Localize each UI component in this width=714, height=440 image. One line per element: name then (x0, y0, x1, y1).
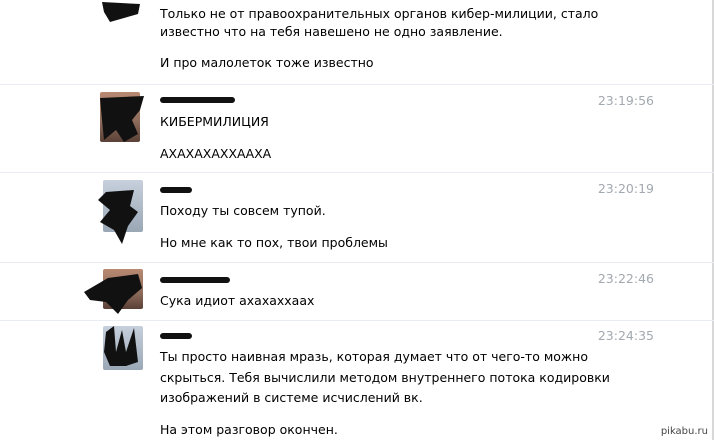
message-text: изображений в системе исчислений вк. (160, 390, 423, 405)
sender-name-redacted[interactable] (160, 277, 230, 283)
sender-name-redacted[interactable] (160, 333, 192, 339)
message-text: АХАХАХАХХААХА (160, 146, 272, 161)
avatar-scribble (84, 274, 142, 314)
avatar-scribble (100, 96, 144, 142)
message-text: На этом разговор окончен. (160, 422, 338, 437)
message-text: Ты просто наивная мразь, которая думает … (160, 349, 588, 364)
message-text: Только не от правоохранительных органов … (160, 6, 599, 21)
message-timestamp: 23:22:46 (597, 271, 654, 286)
message-divider (0, 262, 714, 263)
message-text: скрыться. Тебя вычислили методом внутрен… (160, 370, 610, 385)
message-divider (0, 320, 714, 321)
message-timestamp: 23:20:19 (597, 181, 654, 196)
watermark: pikabu.ru (660, 426, 708, 437)
message-timestamp: 23:19:56 (597, 93, 654, 108)
message-divider (0, 172, 714, 173)
message-timestamp: 23:24:35 (597, 328, 654, 343)
avatar-scribble (98, 190, 138, 244)
avatar-scribble (102, 2, 140, 22)
message-text: Но мне как то пох, твои проблемы (160, 235, 388, 250)
message-text: И про малолеток тоже известно (160, 55, 374, 70)
message-text: известно что на тебя навешено не одно за… (160, 24, 503, 39)
message-text: Сука идиот ахахаххаах (160, 293, 315, 308)
message-divider (0, 84, 714, 85)
message-text: Походу ты совсем тупой. (160, 203, 326, 218)
avatar-scribble (104, 326, 138, 366)
message-text: КИБЕРМИЛИЦИЯ (160, 114, 269, 129)
sender-name-redacted[interactable] (160, 187, 192, 193)
sender-name-redacted[interactable] (160, 97, 235, 103)
